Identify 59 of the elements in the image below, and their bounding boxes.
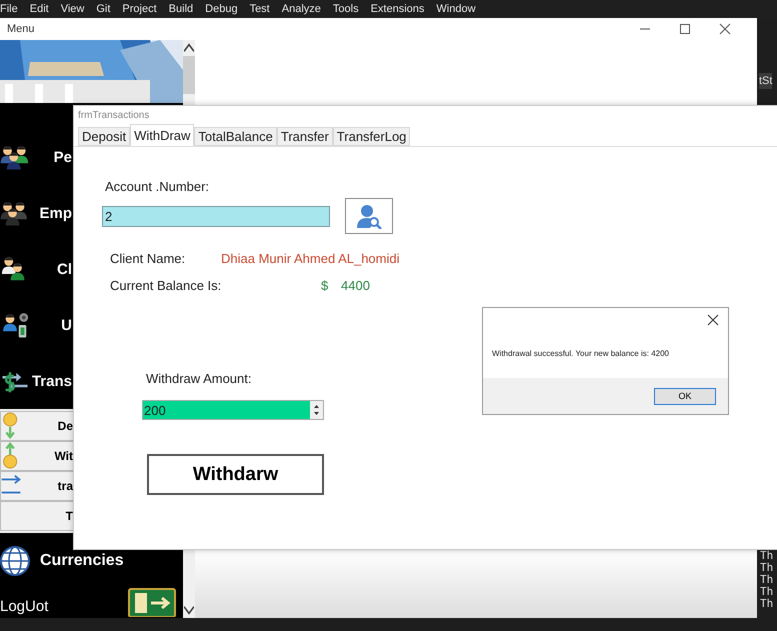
find-client-button[interactable] [345, 198, 393, 234]
close-icon[interactable] [707, 314, 719, 326]
currency-symbol: $ [321, 278, 330, 293]
submenu-item[interactable]: tra [0, 471, 73, 501]
menu-item[interactable]: Edit [30, 3, 49, 15]
sidebar-item[interactable]: Pe [54, 148, 72, 166]
user-settings-icon [0, 310, 30, 340]
submenu-item[interactable]: Wit [0, 441, 73, 471]
menu-item[interactable]: Build [168, 3, 194, 15]
amount-spinner[interactable]: 200 [142, 400, 324, 420]
field-label: Withdraw Amount: [146, 371, 252, 386]
tab[interactable]: Transfer [276, 127, 333, 146]
maximize-icon[interactable] [677, 21, 693, 37]
withdraw-button[interactable]: Withdarw [147, 454, 324, 495]
menu-item[interactable]: View [60, 3, 84, 15]
sidebar-item[interactable]: Emp [39, 204, 72, 222]
exit-sign-icon [127, 587, 177, 617]
submenu-item[interactable]: De [0, 411, 73, 441]
menu-item[interactable]: Project [122, 3, 157, 15]
close-icon[interactable] [717, 21, 733, 37]
account-number-field[interactable]: 2 [102, 206, 330, 226]
tab[interactable]: TotalBalance [194, 127, 277, 146]
logout-item[interactable]: LogUot [0, 598, 48, 615]
menu-item[interactable]: Tools [332, 3, 359, 15]
ok-button[interactable]: OK [654, 388, 716, 404]
field-label: Current Balance Is: [110, 278, 222, 293]
sidebar-item[interactable]: Currencies [40, 552, 124, 570]
menu-item[interactable]: Window [436, 3, 476, 15]
editor-tab[interactable]: tSt [759, 73, 772, 89]
output-line: Th [760, 550, 774, 562]
menu-item[interactable]: File [0, 3, 18, 15]
client-name-value: Dhiaa Munir Ahmed AL_homidi [221, 251, 400, 266]
menu-item[interactable]: Test [250, 3, 270, 15]
menu-item[interactable]: Debug [205, 3, 238, 15]
balance-value: 4400 [341, 278, 370, 293]
sidebar-item[interactable]: Trans [32, 372, 72, 390]
submenu-item[interactable]: T [0, 501, 73, 531]
menu-item[interactable]: Git [96, 3, 110, 15]
tab[interactable]: Deposit [78, 127, 130, 146]
window-title: frmTransactions [77, 109, 150, 123]
scroll-up-icon[interactable] [184, 43, 194, 53]
sidebar-item[interactable]: U [61, 316, 72, 334]
menu-item[interactable]: Extensions [370, 3, 424, 15]
scroll-down-icon[interactable] [184, 605, 194, 615]
output-line: Th [760, 574, 774, 586]
menu-item[interactable]: Analyze [282, 3, 321, 15]
field-label: Client Name: [110, 251, 186, 266]
globe-icon [0, 546, 30, 576]
output-line: Th [760, 562, 774, 574]
tab[interactable]: TransferLog [332, 127, 410, 146]
message-text: Withdrawal successful. Your new balance is: 4200 [491, 348, 670, 360]
field-label: Account .Number: [105, 179, 210, 194]
output-line: Th [760, 586, 774, 598]
window-title: Menu [7, 23, 36, 35]
scrollbar-thumb[interactable] [183, 56, 195, 94]
tab[interactable]: WithDraw [130, 124, 194, 146]
output-line: Th [760, 598, 774, 610]
sidebar-item[interactable]: Cl [57, 260, 72, 278]
user-search-icon [356, 203, 382, 229]
